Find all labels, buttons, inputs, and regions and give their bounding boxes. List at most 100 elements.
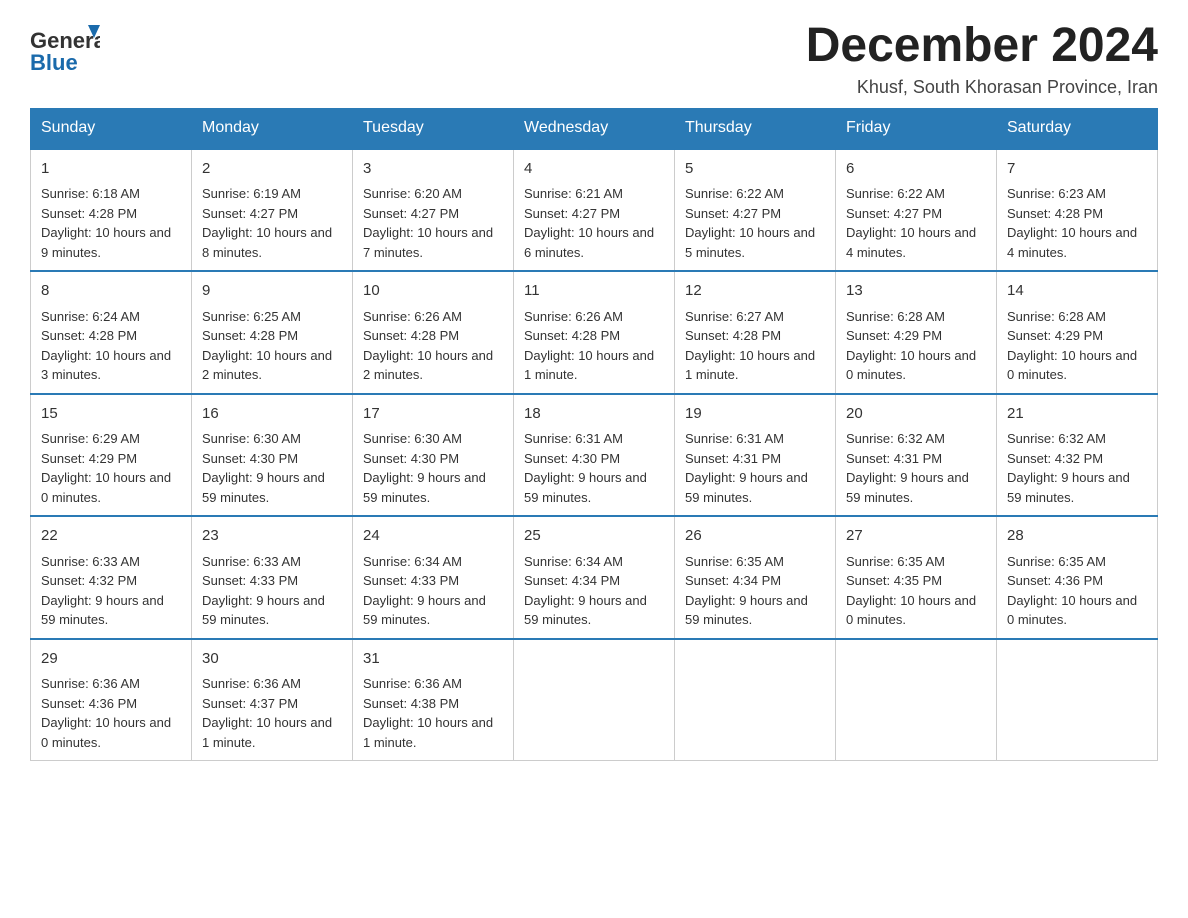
logo-svg: General Blue bbox=[30, 20, 100, 75]
day-number: 1 bbox=[41, 158, 181, 181]
calendar-week-5: 29 Sunrise: 6:36 AMSunset: 4:36 PMDayligh… bbox=[31, 639, 1158, 761]
day-info: Sunrise: 6:23 AMSunset: 4:28 PMDaylight:… bbox=[1007, 186, 1137, 260]
calendar-header-row: SundayMondayTuesdayWednesdayThursdayFrid… bbox=[31, 108, 1158, 148]
day-number: 16 bbox=[202, 403, 342, 426]
day-info: Sunrise: 6:28 AMSunset: 4:29 PMDaylight:… bbox=[846, 309, 976, 383]
calendar-day: 30 Sunrise: 6:36 AMSunset: 4:37 PMDayligh… bbox=[192, 639, 353, 761]
calendar-week-1: 1Sunrise: 6:18 AMSunset: 4:28 PMDaylight… bbox=[31, 148, 1158, 271]
day-info: Sunrise: 6:28 AMSunset: 4:29 PMDaylight:… bbox=[1007, 309, 1137, 383]
calendar-day: 24 Sunrise: 6:34 AMSunset: 4:33 PMDayligh… bbox=[353, 516, 514, 639]
calendar-day: 23 Sunrise: 6:33 AMSunset: 4:33 PMDayligh… bbox=[192, 516, 353, 639]
calendar-day: 7 Sunrise: 6:23 AMSunset: 4:28 PMDaylight… bbox=[997, 148, 1158, 271]
calendar-day: 16Sunrise: 6:30 AMSunset: 4:30 PMDayligh… bbox=[192, 394, 353, 517]
column-header-monday: Monday bbox=[192, 108, 353, 148]
day-number: 7 bbox=[1007, 158, 1147, 181]
calendar-day: 19Sunrise: 6:31 AMSunset: 4:31 PMDayligh… bbox=[675, 394, 836, 517]
calendar-day: 13 Sunrise: 6:28 AMSunset: 4:29 PMDayligh… bbox=[836, 271, 997, 394]
day-info: Sunrise: 6:20 AMSunset: 4:27 PMDaylight:… bbox=[363, 186, 493, 260]
day-info: Sunrise: 6:21 AMSunset: 4:27 PMDaylight:… bbox=[524, 186, 654, 260]
column-header-thursday: Thursday bbox=[675, 108, 836, 148]
logo: General Blue bbox=[30, 20, 100, 75]
day-info: Sunrise: 6:36 AMSunset: 4:36 PMDaylight:… bbox=[41, 676, 171, 750]
day-info: Sunrise: 6:32 AMSunset: 4:32 PMDaylight:… bbox=[1007, 431, 1130, 505]
page-header: General Blue December 2024 Khusf, South … bbox=[30, 20, 1158, 98]
calendar-day: 26 Sunrise: 6:35 AMSunset: 4:34 PMDayligh… bbox=[675, 516, 836, 639]
day-number: 26 bbox=[685, 525, 825, 548]
calendar-day bbox=[675, 639, 836, 761]
day-info: Sunrise: 6:29 AMSunset: 4:29 PMDaylight:… bbox=[41, 431, 171, 505]
calendar-day: 8 Sunrise: 6:24 AMSunset: 4:28 PMDaylight… bbox=[31, 271, 192, 394]
calendar-day: 28 Sunrise: 6:35 AMSunset: 4:36 PMDayligh… bbox=[997, 516, 1158, 639]
day-number: 4 bbox=[524, 158, 664, 181]
day-number: 5 bbox=[685, 158, 825, 181]
calendar-day: 17 Sunrise: 6:30 AMSunset: 4:30 PMDayligh… bbox=[353, 394, 514, 517]
day-number: 11 bbox=[524, 280, 664, 303]
day-number: 25 bbox=[524, 525, 664, 548]
day-info: Sunrise: 6:34 AMSunset: 4:34 PMDaylight:… bbox=[524, 554, 647, 628]
column-header-wednesday: Wednesday bbox=[514, 108, 675, 148]
day-info: Sunrise: 6:36 AMSunset: 4:37 PMDaylight:… bbox=[202, 676, 332, 750]
column-header-friday: Friday bbox=[836, 108, 997, 148]
month-title: December 2024 bbox=[806, 20, 1158, 73]
day-number: 12 bbox=[685, 280, 825, 303]
day-number: 2 bbox=[202, 158, 342, 181]
calendar-day bbox=[997, 639, 1158, 761]
day-number: 8 bbox=[41, 280, 181, 303]
day-info: Sunrise: 6:26 AMSunset: 4:28 PMDaylight:… bbox=[524, 309, 654, 383]
calendar-week-2: 8 Sunrise: 6:24 AMSunset: 4:28 PMDaylight… bbox=[31, 271, 1158, 394]
day-info: Sunrise: 6:32 AMSunset: 4:31 PMDaylight:… bbox=[846, 431, 969, 505]
day-number: 30 bbox=[202, 648, 342, 671]
calendar-day: 29 Sunrise: 6:36 AMSunset: 4:36 PMDayligh… bbox=[31, 639, 192, 761]
calendar-day: 27Sunrise: 6:35 AMSunset: 4:35 PMDayligh… bbox=[836, 516, 997, 639]
day-number: 14 bbox=[1007, 280, 1147, 303]
location: Khusf, South Khorasan Province, Iran bbox=[806, 77, 1158, 98]
calendar-day: 1Sunrise: 6:18 AMSunset: 4:28 PMDaylight… bbox=[31, 148, 192, 271]
day-number: 10 bbox=[363, 280, 503, 303]
calendar-day: 20 Sunrise: 6:32 AMSunset: 4:31 PMDayligh… bbox=[836, 394, 997, 517]
day-number: 23 bbox=[202, 525, 342, 548]
calendar-day bbox=[836, 639, 997, 761]
day-number: 18 bbox=[524, 403, 664, 426]
day-number: 19 bbox=[685, 403, 825, 426]
day-info: Sunrise: 6:35 AMSunset: 4:34 PMDaylight:… bbox=[685, 554, 808, 628]
day-info: Sunrise: 6:27 AMSunset: 4:28 PMDaylight:… bbox=[685, 309, 815, 383]
calendar-day: 14 Sunrise: 6:28 AMSunset: 4:29 PMDayligh… bbox=[997, 271, 1158, 394]
column-header-saturday: Saturday bbox=[997, 108, 1158, 148]
calendar-day: 12 Sunrise: 6:27 AMSunset: 4:28 PMDayligh… bbox=[675, 271, 836, 394]
calendar-day: 2Sunrise: 6:19 AMSunset: 4:27 PMDaylight… bbox=[192, 148, 353, 271]
day-info: Sunrise: 6:22 AMSunset: 4:27 PMDaylight:… bbox=[685, 186, 815, 260]
day-number: 29 bbox=[41, 648, 181, 671]
day-number: 24 bbox=[363, 525, 503, 548]
day-info: Sunrise: 6:33 AMSunset: 4:32 PMDaylight:… bbox=[41, 554, 164, 628]
day-number: 22 bbox=[41, 525, 181, 548]
day-number: 3 bbox=[363, 158, 503, 181]
calendar-day: 11 Sunrise: 6:26 AMSunset: 4:28 PMDayligh… bbox=[514, 271, 675, 394]
calendar-day: 22 Sunrise: 6:33 AMSunset: 4:32 PMDayligh… bbox=[31, 516, 192, 639]
calendar-day: 9Sunrise: 6:25 AMSunset: 4:28 PMDaylight… bbox=[192, 271, 353, 394]
day-info: Sunrise: 6:25 AMSunset: 4:28 PMDaylight:… bbox=[202, 309, 332, 383]
calendar-day: 25 Sunrise: 6:34 AMSunset: 4:34 PMDayligh… bbox=[514, 516, 675, 639]
day-info: Sunrise: 6:34 AMSunset: 4:33 PMDaylight:… bbox=[363, 554, 486, 628]
day-info: Sunrise: 6:33 AMSunset: 4:33 PMDaylight:… bbox=[202, 554, 325, 628]
calendar-day: 4 Sunrise: 6:21 AMSunset: 4:27 PMDaylight… bbox=[514, 148, 675, 271]
calendar-day: 15Sunrise: 6:29 AMSunset: 4:29 PMDayligh… bbox=[31, 394, 192, 517]
day-number: 17 bbox=[363, 403, 503, 426]
day-info: Sunrise: 6:30 AMSunset: 4:30 PMDaylight:… bbox=[363, 431, 486, 505]
day-number: 28 bbox=[1007, 525, 1147, 548]
column-header-tuesday: Tuesday bbox=[353, 108, 514, 148]
day-number: 6 bbox=[846, 158, 986, 181]
calendar-day: 5 Sunrise: 6:22 AMSunset: 4:27 PMDaylight… bbox=[675, 148, 836, 271]
day-number: 13 bbox=[846, 280, 986, 303]
calendar-week-4: 22 Sunrise: 6:33 AMSunset: 4:32 PMDayligh… bbox=[31, 516, 1158, 639]
day-info: Sunrise: 6:35 AMSunset: 4:36 PMDaylight:… bbox=[1007, 554, 1137, 628]
day-info: Sunrise: 6:24 AMSunset: 4:28 PMDaylight:… bbox=[41, 309, 171, 383]
calendar-day: 18 Sunrise: 6:31 AMSunset: 4:30 PMDayligh… bbox=[514, 394, 675, 517]
day-info: Sunrise: 6:31 AMSunset: 4:30 PMDaylight:… bbox=[524, 431, 647, 505]
day-number: 20 bbox=[846, 403, 986, 426]
day-info: Sunrise: 6:36 AMSunset: 4:38 PMDaylight:… bbox=[363, 676, 493, 750]
day-number: 21 bbox=[1007, 403, 1147, 426]
day-info: Sunrise: 6:22 AMSunset: 4:27 PMDaylight:… bbox=[846, 186, 976, 260]
calendar-table: SundayMondayTuesdayWednesdayThursdayFrid… bbox=[30, 108, 1158, 762]
header-right: December 2024 Khusf, South Khorasan Prov… bbox=[806, 20, 1158, 98]
calendar-week-3: 15Sunrise: 6:29 AMSunset: 4:29 PMDayligh… bbox=[31, 394, 1158, 517]
